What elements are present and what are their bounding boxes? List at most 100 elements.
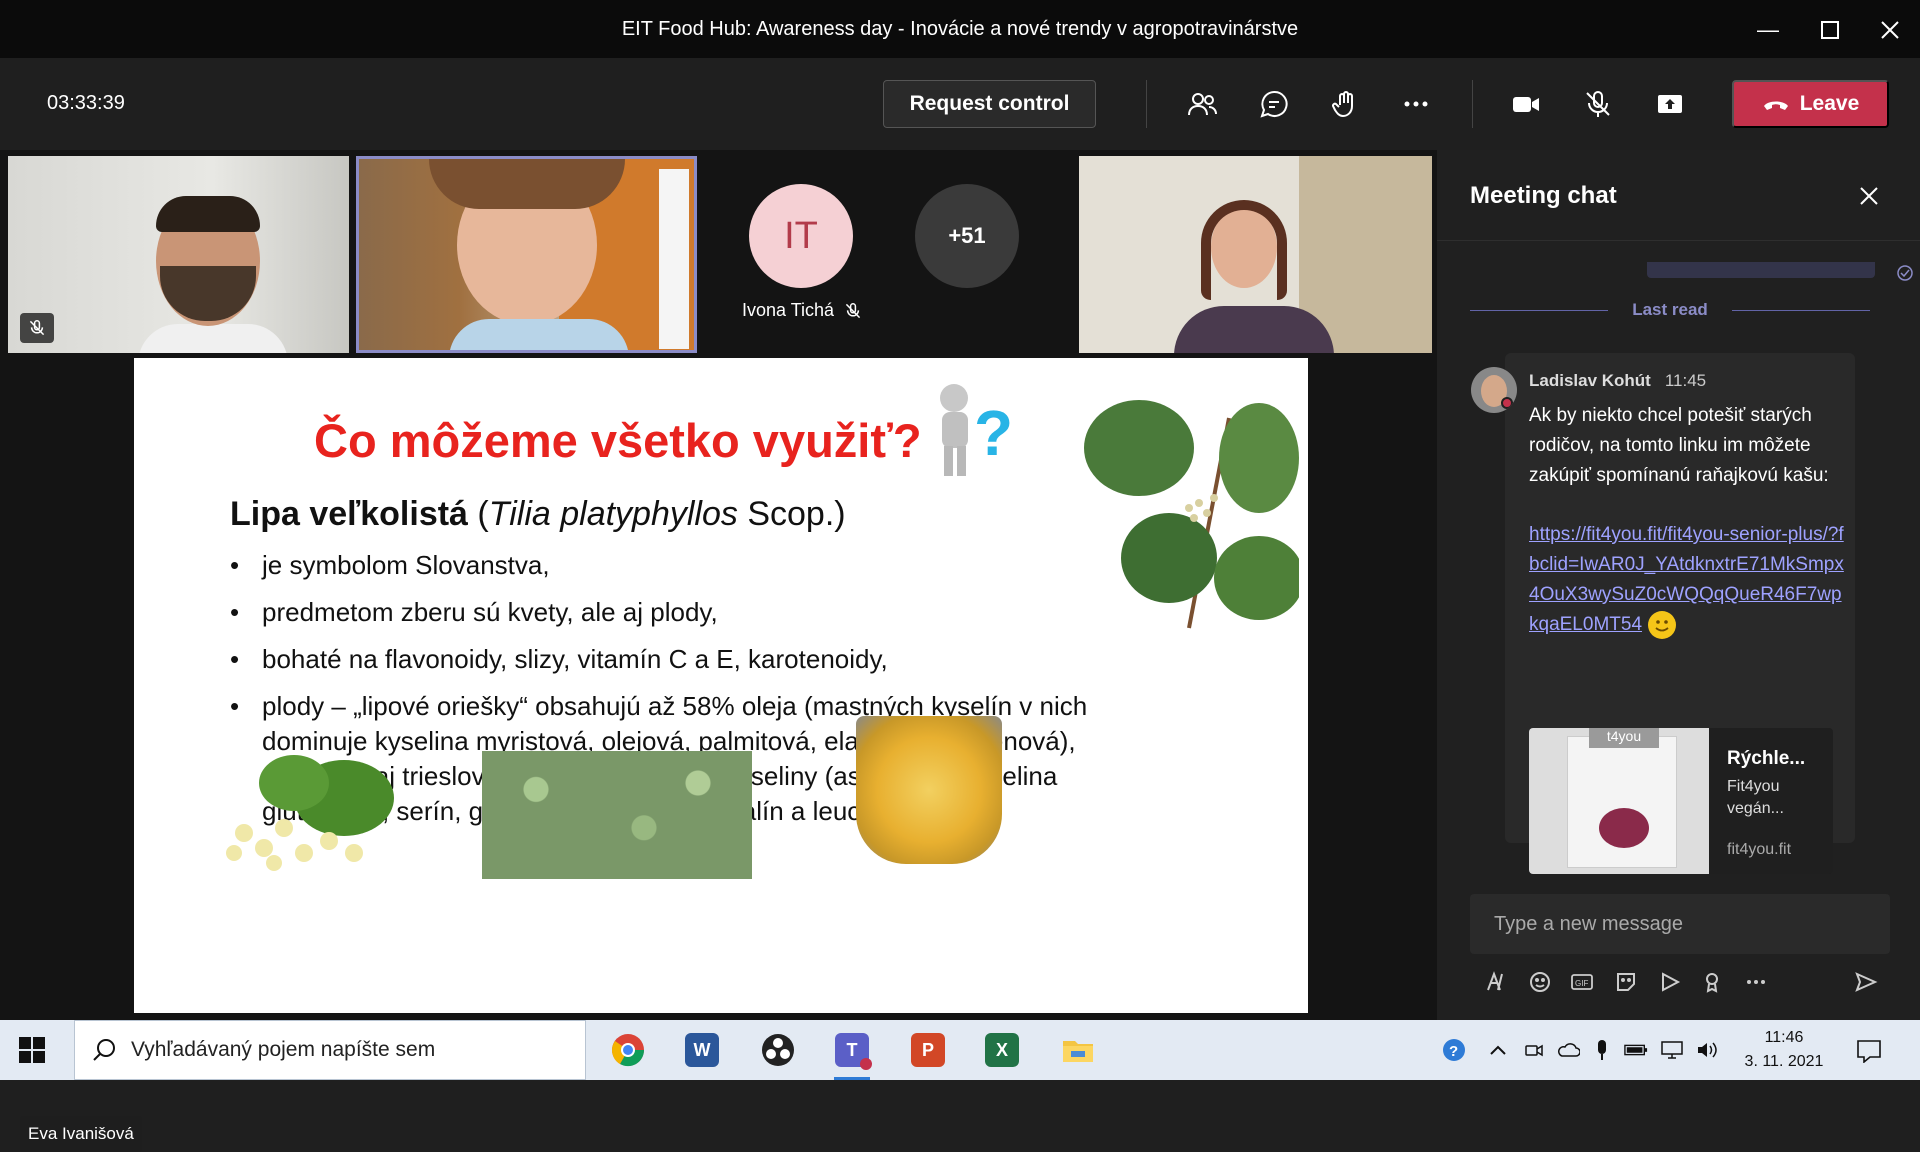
chevron-up-icon[interactable] [1486, 1038, 1510, 1062]
participant-video-tile[interactable] [1079, 156, 1432, 353]
teams-app-icon[interactable]: T [830, 1028, 874, 1080]
slide-bullet: bohaté na flavonoidy, slizy, vitamín C a… [230, 642, 1130, 677]
link-preview-card[interactable]: t4you Rýchle... Fit4you vegán... fit4you… [1529, 728, 1833, 874]
meeting-stage: IT Ivona Tichá +51 Čo môžeme všetko využ… [0, 150, 1437, 1152]
meet-now-icon[interactable] [1654, 966, 1686, 998]
compose-box[interactable] [1470, 894, 1890, 954]
minimize-icon[interactable]: — [1746, 12, 1790, 48]
sticker-icon[interactable] [1610, 966, 1642, 998]
chat-title: Meeting chat [1470, 182, 1617, 209]
slide-subtitle: Lipa veľkolistá (Tilia platyphyllos Scop… [230, 495, 846, 534]
message-link[interactable]: https://fit4you.fit/fit4you-senior-plus/… [1529, 524, 1844, 635]
mic-muted-icon [20, 313, 54, 343]
sender-avatar[interactable] [1471, 367, 1517, 413]
emoji-icon[interactable] [1524, 966, 1556, 998]
more-actions-icon[interactable] [1396, 86, 1436, 122]
clock-time: 11:46 [1764, 1029, 1804, 1046]
microphone-tray-icon[interactable] [1590, 1038, 1614, 1062]
message-header: Ladislav Kohút 11:45 [1529, 371, 1706, 391]
maximize-icon[interactable] [1808, 12, 1852, 48]
slide-bullet: predmetom zberu sú kvety, ale aj plody, [230, 595, 1130, 630]
participant-name-row: Ivona Tichá [742, 300, 862, 321]
obs-app-icon[interactable] [756, 1028, 800, 1072]
participant-name: Ivona Tichá [742, 300, 835, 320]
product-box [1567, 736, 1677, 868]
teams-badge-icon [860, 1058, 872, 1070]
clock-date: 3. 11. 2021 [1744, 1053, 1824, 1070]
taskbar-search-input[interactable] [131, 1021, 571, 1079]
svg-text:GIF: GIF [1575, 979, 1588, 988]
compose-toolbar: GIF [1470, 962, 1890, 1002]
camera-tray-icon[interactable] [1522, 1038, 1546, 1062]
link-preview-description: Fit4you vegán... [1727, 778, 1784, 817]
powerpoint-app-icon[interactable]: P [906, 1028, 950, 1072]
slide-subtitle-rest: Scop.) [737, 495, 846, 533]
slide-title: Čo môžeme všetko využiť? [314, 414, 922, 467]
taskbar-clock[interactable]: 11:46 3. 11. 2021 [1736, 1026, 1832, 1074]
format-icon[interactable] [1480, 966, 1512, 998]
participant-shoulders [138, 324, 288, 353]
meeting-chat-panel: Meeting chat Last read Ladislav Kohút 11:… [1437, 150, 1920, 1020]
message-text: Ak by niekto chcel potešiť starých rodič… [1529, 405, 1829, 486]
share-screen-icon[interactable] [1650, 86, 1690, 122]
product-bowl [1599, 808, 1649, 848]
participants-icon[interactable] [1182, 86, 1222, 122]
participant-video-tile[interactable] [8, 156, 349, 353]
praise-icon[interactable] [1696, 966, 1728, 998]
last-read-marker: Last read [1470, 300, 1870, 320]
camera-icon[interactable] [1506, 86, 1546, 122]
chrome-app-icon[interactable] [606, 1028, 650, 1072]
hang-up-icon [1763, 101, 1788, 110]
file-explorer-app-icon[interactable] [1056, 1028, 1100, 1072]
send-icon[interactable] [1850, 966, 1882, 998]
windows-start-icon[interactable] [16, 1034, 48, 1066]
message-author: Ladislav Kohút [1529, 371, 1651, 390]
word-app-icon[interactable]: W [680, 1028, 724, 1072]
excel-app-icon[interactable]: X [980, 1028, 1024, 1072]
slide-subtitle-italic: Tilia platyphyllos [488, 495, 738, 533]
last-read-label: Last read [1632, 300, 1708, 319]
chat-icon[interactable] [1254, 86, 1294, 122]
previous-message-bubble [1647, 262, 1875, 278]
participant-video-tile-active[interactable] [356, 156, 697, 353]
message-time: 11:45 [1664, 371, 1707, 390]
mic-muted-icon[interactable] [1578, 86, 1618, 122]
link-preview-title: Rýchle... [1727, 748, 1806, 769]
close-chat-icon[interactable] [1851, 178, 1887, 214]
request-control-button[interactable]: Request control [883, 80, 1096, 128]
presenter-name-tag: Eva Ivanišová [20, 1116, 142, 1152]
svg-text:?: ? [974, 397, 1013, 469]
help-icon[interactable]: ? [1442, 1038, 1466, 1062]
background-wall [659, 169, 689, 349]
participant-avatar[interactable]: IT [749, 184, 853, 288]
more-participants-button[interactable]: +51 [915, 184, 1019, 288]
network-icon[interactable] [1660, 1038, 1684, 1062]
svg-text:?: ? [1449, 1043, 1458, 1060]
search-icon [93, 1039, 115, 1061]
gif-icon[interactable]: GIF [1566, 966, 1598, 998]
onedrive-icon[interactable] [1556, 1038, 1580, 1062]
window-title: EIT Food Hub: Awareness day - Inovácie a… [621, 18, 1299, 40]
notifications-icon[interactable] [1854, 1036, 1884, 1066]
chat-message-bubble[interactable]: Ladislav Kohút 11:45 Ak by niekto chcel p… [1505, 353, 1855, 874]
battery-icon[interactable] [1624, 1038, 1648, 1062]
close-window-icon[interactable] [1868, 12, 1912, 48]
link-preview-thumbnail: t4you [1529, 728, 1709, 874]
seen-check-icon [1897, 265, 1913, 281]
slide-subtitle-open: ( [467, 495, 489, 533]
leave-button[interactable]: Leave [1732, 80, 1889, 128]
taskbar-search-box[interactable] [74, 1020, 586, 1080]
participant-shirt [449, 319, 629, 350]
message-link-block: https://fit4you.fit/fit4you-senior-plus/… [1529, 520, 1845, 640]
meeting-toolbar: 03:33:39 Request control Leave [0, 58, 1920, 189]
shared-slide: Čo môžeme všetko využiť? ? Lipa veľkolis… [134, 358, 1308, 1013]
meeting-timer: 03:33:39 [47, 92, 125, 114]
slide-subtitle-bold: Lipa veľkolistá [230, 495, 468, 533]
more-options-icon[interactable] [1740, 966, 1772, 998]
message-input[interactable] [1470, 894, 1890, 954]
raise-hand-icon[interactable] [1326, 86, 1366, 122]
toolbar-divider [1146, 80, 1147, 128]
volume-icon[interactable] [1696, 1038, 1720, 1062]
participant-shirt [1174, 306, 1334, 353]
last-read-line [1470, 309, 1609, 311]
